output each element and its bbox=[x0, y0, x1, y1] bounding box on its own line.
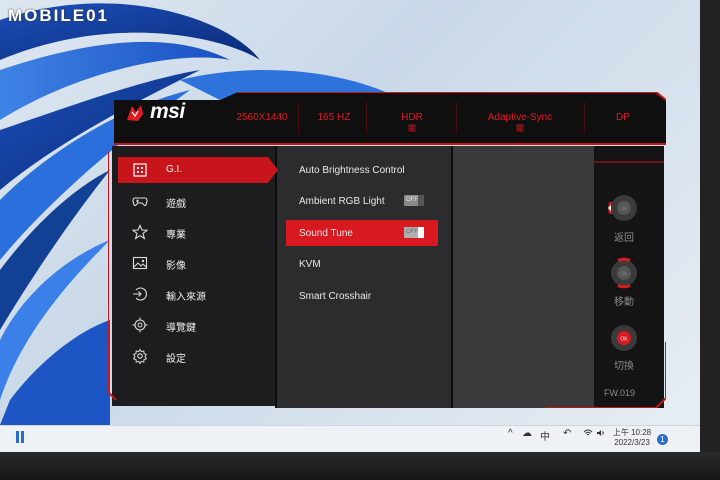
sound-tune-toggle[interactable]: OFF bbox=[404, 227, 424, 238]
taskbar-app-icon[interactable] bbox=[14, 431, 30, 447]
sidebar-item-label: 影像 bbox=[166, 261, 186, 272]
header-hdr-label: HDR bbox=[401, 112, 423, 123]
sidebar-item-label: 輸入來源 bbox=[166, 292, 206, 303]
sidebar-item-label: 設定 bbox=[166, 354, 186, 365]
ambient-rgb-toggle[interactable]: OFF bbox=[404, 195, 424, 206]
sidebar-item-gi[interactable]: G.I. bbox=[118, 157, 278, 183]
clock-date: 2022/3/23 bbox=[614, 438, 650, 447]
menu-item-smart-crosshair[interactable]: Smart Crosshair bbox=[286, 283, 438, 309]
menu-item-auto-brightness[interactable]: Auto Brightness Control bbox=[286, 157, 438, 183]
joystick-move-icon: OK bbox=[611, 257, 637, 289]
header-hdr: HDR 關 bbox=[370, 112, 454, 133]
sidebar-item-professional[interactable]: 專業 bbox=[118, 219, 268, 245]
header-separator bbox=[456, 102, 457, 134]
header-separator bbox=[298, 102, 299, 134]
sidebar-item-label: 遊戲 bbox=[166, 199, 186, 210]
input-source-icon bbox=[133, 287, 147, 301]
msi-dragon-logo-icon bbox=[127, 105, 143, 121]
sidebar-item-input-source[interactable]: 輸入來源 bbox=[118, 281, 268, 307]
header-input-port: DP bbox=[588, 112, 658, 128]
tray-ime-indicator[interactable]: 中 bbox=[540, 428, 550, 443]
tray-chevron-up-icon[interactable]: ^ bbox=[508, 428, 513, 439]
tray-volume-icon[interactable] bbox=[596, 428, 606, 441]
gamepad-icon bbox=[132, 197, 148, 207]
header-adaptive-sync-value: 關 bbox=[516, 124, 524, 133]
header-separator bbox=[584, 102, 585, 134]
menu-item-label: Smart Crosshair bbox=[299, 291, 372, 302]
image-icon bbox=[132, 256, 148, 270]
monitor-bezel-right bbox=[700, 0, 720, 480]
header-hdr-value: 關 bbox=[408, 124, 416, 133]
star-icon bbox=[132, 224, 148, 240]
sidebar-item-label: G.I. bbox=[166, 164, 183, 175]
sidebar-item-label: 導覽鍵 bbox=[166, 323, 196, 334]
sidebar-item-image[interactable]: 影像 bbox=[118, 250, 268, 276]
menu-item-ambient-rgb[interactable]: Ambient RGB Light OFF bbox=[286, 188, 438, 214]
menu-item-label: KVM bbox=[299, 259, 321, 270]
joystick-switch-icon: OK bbox=[611, 325, 637, 351]
tray-cloud-icon[interactable]: ☁ bbox=[522, 428, 532, 439]
menu-item-label: Auto Brightness Control bbox=[299, 165, 405, 176]
joystick-ok-text: OK bbox=[620, 272, 628, 278]
header-resolution-label: 2560X1440 bbox=[236, 112, 288, 123]
watermark-logo: MOBILE01 bbox=[8, 6, 110, 25]
menu-item-label: Ambient RGB Light bbox=[299, 196, 385, 207]
toggle-state: OFF bbox=[406, 197, 418, 203]
tray-undo-icon[interactable]: ↶ bbox=[563, 428, 571, 439]
toggle-knob bbox=[418, 227, 424, 238]
menu-item-label: Sound Tune bbox=[299, 228, 353, 239]
osd-menu: msi 2560X1440 165 HZ HDR 關 Adaptive-Sync… bbox=[108, 92, 666, 408]
nav-back-label: 返回 bbox=[614, 233, 634, 244]
notification-badge[interactable]: 1 bbox=[657, 434, 668, 445]
firmware-version: FW.019 bbox=[604, 388, 636, 398]
tray-wifi-icon[interactable] bbox=[583, 428, 593, 441]
menu-item-kvm[interactable]: KVM bbox=[286, 251, 438, 277]
joystick-back-icon: OK bbox=[608, 195, 637, 221]
nav-move-label: 移動 bbox=[614, 297, 634, 308]
joystick-ok-text: OK bbox=[620, 337, 628, 343]
taskbar-clock[interactable]: 上午 10:28 2022/3/23 bbox=[608, 428, 656, 448]
gaming-intelligence-icon bbox=[133, 163, 147, 177]
header-adaptive-sync-label: Adaptive-Sync bbox=[487, 112, 553, 123]
gear-icon bbox=[132, 348, 148, 364]
sidebar-item-gaming[interactable]: 遊戲 bbox=[118, 188, 268, 214]
header-separator bbox=[366, 102, 367, 134]
toggle-knob bbox=[418, 195, 424, 206]
sidebar-item-label: 專業 bbox=[166, 230, 186, 241]
header-input-port-label: DP bbox=[616, 112, 630, 123]
taskbar: ^ ☁ 中 ↶ 上午 10:28 2022/3/23 1 bbox=[0, 425, 700, 453]
toggle-state: OFF bbox=[406, 229, 418, 235]
header-refresh-rate: 165 HZ bbox=[302, 112, 366, 128]
header-resolution: 2560X1440 bbox=[230, 112, 294, 128]
brand-name: msi bbox=[150, 100, 185, 123]
sidebar-item-navi-key[interactable]: 導覽鍵 bbox=[118, 312, 268, 338]
joystick-ok-text: OK bbox=[620, 207, 628, 213]
navigation-key-icon bbox=[132, 317, 148, 333]
header-refresh-rate-label: 165 HZ bbox=[317, 112, 351, 123]
menu-item-sound-tune[interactable]: Sound Tune OFF bbox=[286, 220, 438, 246]
sidebar-item-settings[interactable]: 設定 bbox=[118, 343, 268, 369]
header-adaptive-sync: Adaptive-Sync 關 bbox=[460, 112, 580, 133]
monitor-bezel-bottom bbox=[0, 452, 720, 480]
nav-switch-label: 切換 bbox=[614, 361, 634, 372]
clock-time: 上午 10:28 bbox=[612, 428, 652, 437]
